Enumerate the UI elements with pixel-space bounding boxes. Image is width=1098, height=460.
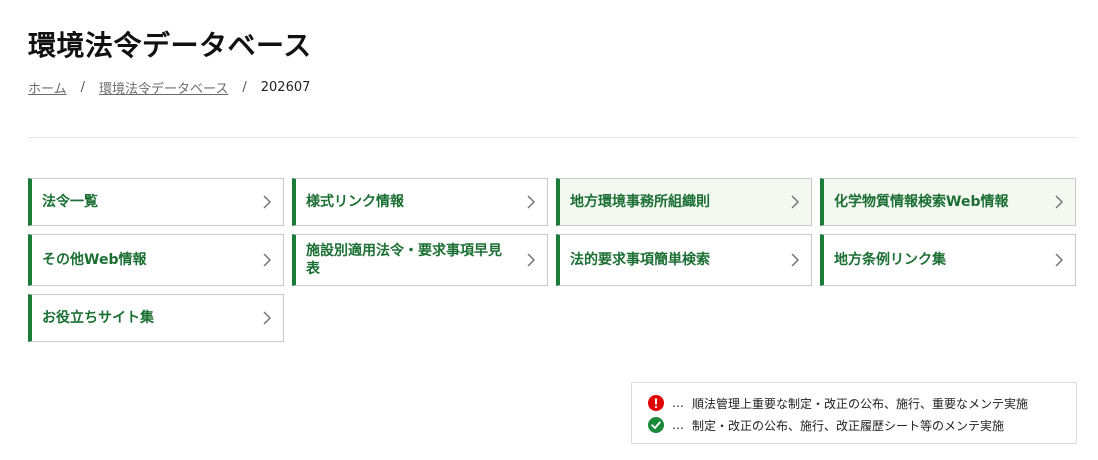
legend-ellipsis: … <box>672 418 684 432</box>
breadcrumb-current: 202607 <box>260 80 311 95</box>
legend-text-important: 順法管理上重要な制定・改正の公布、施行、重要なメンテ実施 <box>692 396 1029 411</box>
menu-tile-facility-law-chart[interactable]: 施設別適用法令・要求事項早見表 <box>292 234 548 286</box>
breadcrumb-section-link[interactable]: 環境法令データベース <box>99 78 228 97</box>
menu-tile-regional-office-rules[interactable]: 地方環境事務所組織則 <box>556 178 812 226</box>
page-title: 環境法令データベース <box>28 29 312 62</box>
menu-tile-label: その他Web情報 <box>42 252 147 268</box>
chevron-right-icon <box>1055 253 1064 267</box>
menu-tile-other-web-info[interactable]: その他Web情報 <box>28 234 284 286</box>
menu-tile-useful-sites[interactable]: お役立ちサイト集 <box>28 294 284 342</box>
legend-row-important: … 順法管理上重要な制定・改正の公布、施行、重要なメンテ実施 <box>648 392 1076 414</box>
breadcrumb: ホーム / 環境法令データベース / 202607 <box>28 78 310 97</box>
menu-tile-form-links[interactable]: 様式リンク情報 <box>292 178 548 226</box>
menu-tile-label: 化学物質情報検索Web情報 <box>834 194 1009 210</box>
chevron-right-icon <box>527 195 536 209</box>
legend-ellipsis: … <box>672 396 684 410</box>
menu-tile-law-list[interactable]: 法令一覧 <box>28 178 284 226</box>
chevron-right-icon <box>1055 195 1064 209</box>
menu-grid: 法令一覧 様式リンク情報 地方環境事務所組織則 化学物質情報検索Web情報 その… <box>28 178 1077 342</box>
legend-box: … 順法管理上重要な制定・改正の公布、施行、重要なメンテ実施 … 制定・改正の公… <box>631 382 1077 444</box>
menu-tile-chemical-search[interactable]: 化学物質情報検索Web情報 <box>820 178 1076 226</box>
menu-tile-label: 様式リンク情報 <box>306 194 404 210</box>
menu-tile-label: 法令一覧 <box>42 194 98 210</box>
chevron-right-icon <box>791 253 800 267</box>
exclamation-circle-icon <box>648 395 664 411</box>
header-divider <box>28 137 1077 138</box>
menu-tile-label: 施設別適用法令・要求事項早見表 <box>306 243 502 277</box>
menu-tile-label: 地方環境事務所組織則 <box>570 194 710 210</box>
breadcrumb-separator: / <box>80 80 86 95</box>
breadcrumb-separator: / <box>242 80 247 95</box>
menu-tile-label: 地方条例リンク集 <box>834 252 946 268</box>
menu-tile-requirement-search[interactable]: 法的要求事項簡単検索 <box>556 234 812 286</box>
legend-row-normal: … 制定・改正の公布、施行、改正履歴シート等のメンテ実施 <box>648 414 1076 436</box>
chevron-right-icon <box>527 253 536 267</box>
menu-tile-label: お役立ちサイト集 <box>42 310 154 326</box>
breadcrumb-home-link[interactable]: ホーム <box>28 78 67 97</box>
chevron-right-icon <box>263 195 272 209</box>
menu-tile-local-ordinance-links[interactable]: 地方条例リンク集 <box>820 234 1076 286</box>
menu-tile-label: 法的要求事項簡単検索 <box>570 252 710 268</box>
check-circle-icon <box>648 417 664 433</box>
chevron-right-icon <box>263 311 272 325</box>
legend-text-normal: 制定・改正の公布、施行、改正履歴シート等のメンテ実施 <box>692 418 1005 433</box>
chevron-right-icon <box>791 195 800 209</box>
chevron-right-icon <box>263 253 272 267</box>
